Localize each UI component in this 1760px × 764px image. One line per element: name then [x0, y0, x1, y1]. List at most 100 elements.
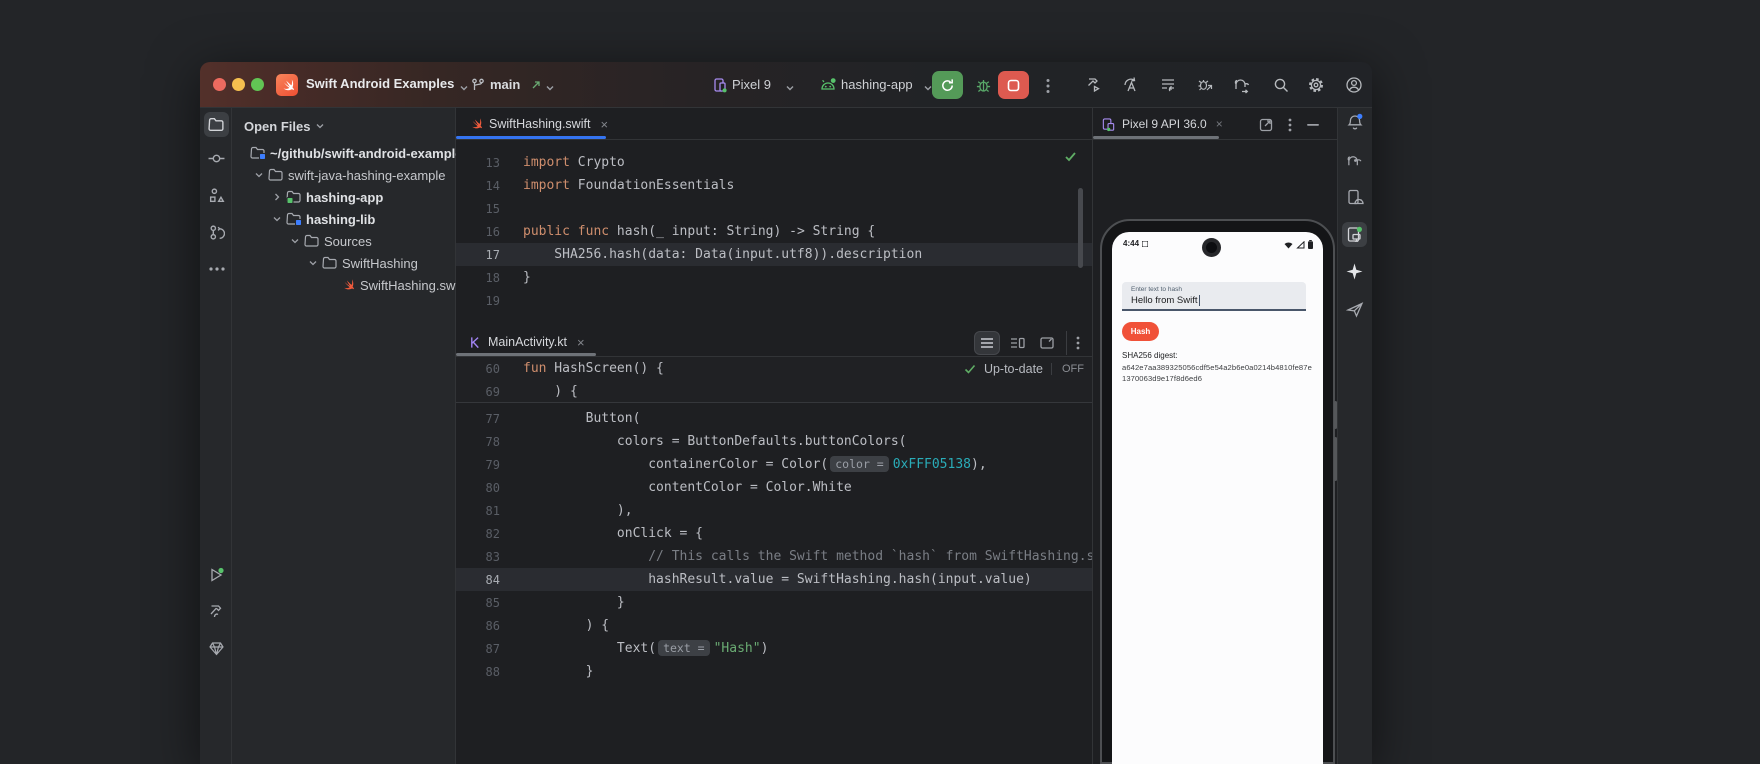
- tree-chevron[interactable]: [306, 258, 320, 268]
- code-line[interactable]: 15: [456, 197, 1092, 220]
- code-line[interactable]: 86 ) {: [456, 614, 1092, 637]
- tree-chevron[interactable]: [270, 214, 284, 224]
- tree-chevron[interactable]: [288, 236, 302, 246]
- gradle-elephant-icon[interactable]: [1342, 148, 1367, 173]
- chevron-down-icon: [308, 258, 318, 268]
- code-line[interactable]: 87 Text(text ="Hash"): [456, 637, 1092, 660]
- branch-name[interactable]: main: [490, 77, 520, 92]
- more-options-button[interactable]: [1038, 76, 1058, 96]
- debug-button[interactable]: [972, 74, 994, 96]
- close-tab-icon[interactable]: ×: [577, 335, 585, 350]
- code-line[interactable]: 13import Crypto: [456, 151, 1092, 174]
- phone-screen[interactable]: 4:44 Enter text to hash Hello from Swift…: [1112, 232, 1323, 764]
- emulator-tab-indicator: [1093, 136, 1219, 139]
- close-emulator-icon[interactable]: ×: [1216, 117, 1223, 131]
- chevron-down-icon: [290, 236, 300, 246]
- hammer-run-icon[interactable]: [1084, 75, 1104, 95]
- hash-button[interactable]: Hash: [1122, 322, 1159, 341]
- hide-panel-icon[interactable]: [1305, 116, 1321, 134]
- open-in-window-icon[interactable]: [1257, 116, 1275, 134]
- code-line[interactable]: 82 onClick = {: [456, 522, 1092, 545]
- device-chevron-down-icon[interactable]: [780, 78, 800, 98]
- hash-input-field[interactable]: Enter text to hash Hello from Swift: [1122, 282, 1306, 311]
- tree-item[interactable]: SwiftHashing: [232, 252, 456, 274]
- branch-chevron-down-icon[interactable]: [540, 78, 560, 98]
- minimize-window-button[interactable]: [232, 78, 245, 91]
- project-title[interactable]: Swift Android Examples: [306, 76, 454, 91]
- commit-icon[interactable]: [204, 146, 229, 171]
- code-line[interactable]: 78 colors = ButtonDefaults.buttonColors(: [456, 430, 1092, 453]
- more-icon[interactable]: [204, 256, 229, 281]
- line-number: 87: [456, 642, 500, 656]
- tree-item[interactable]: hashing-app: [232, 186, 456, 208]
- tree-item[interactable]: hashing-lib: [232, 208, 456, 230]
- code-line[interactable]: 19: [456, 289, 1092, 312]
- zoom-window-button[interactable]: [251, 78, 264, 91]
- editor2-code: 77 Button(78 colors = ButtonDefaults.but…: [456, 403, 1092, 764]
- tab-label: MainActivity.kt: [488, 335, 567, 349]
- line-number: 14: [456, 179, 500, 193]
- project-panel: Open Files ~/github/swift-android-exampl…: [232, 108, 456, 764]
- code-text: }: [523, 270, 531, 285]
- code-line[interactable]: 16public func hash(_ input: String) -> S…: [456, 220, 1092, 243]
- live-edit-status[interactable]: Up-to-date OFF: [956, 357, 1084, 380]
- device-selector-label[interactable]: Pixel 9: [732, 77, 771, 92]
- ai-sparkle-icon[interactable]: [1342, 259, 1367, 284]
- phone-status-time: 4:44: [1123, 239, 1148, 248]
- tree-item[interactable]: SwiftHashing.swift: [232, 274, 456, 296]
- editor2-more-icon[interactable]: [1066, 331, 1088, 355]
- active-tab-indicator: [456, 136, 606, 139]
- run-icon[interactable]: [204, 562, 229, 587]
- split-view-icon[interactable]: [1004, 331, 1030, 355]
- code-line[interactable]: 17 SHA256.hash(data: Data(input.utf8)).d…: [456, 243, 1092, 266]
- plane-icon[interactable]: [1342, 296, 1367, 321]
- vcs-fork-icon[interactable]: [204, 220, 229, 245]
- search-icon[interactable]: [1271, 75, 1291, 95]
- no-problems-check-icon[interactable]: [1064, 150, 1077, 163]
- run-config-label[interactable]: hashing-app: [841, 77, 913, 92]
- build-hammer-icon[interactable]: [204, 599, 229, 624]
- code-text: ),: [523, 503, 633, 518]
- running-devices-icon[interactable]: [1342, 222, 1367, 247]
- code-line[interactable]: 79 containerColor = Color(color =0xFFF05…: [456, 453, 1092, 476]
- live-edit-toggle[interactable]: OFF: [1051, 363, 1084, 375]
- gem-icon[interactable]: [204, 636, 229, 661]
- tree-item[interactable]: swift-java-hashing-example: [232, 164, 456, 186]
- design-view-icon[interactable]: [1034, 331, 1060, 355]
- code-line[interactable]: 14 import FoundationEssentials: [456, 174, 1092, 197]
- list-rollback-icon[interactable]: [1158, 75, 1178, 95]
- gear-icon[interactable]: [1306, 75, 1326, 95]
- account-icon[interactable]: [1344, 75, 1364, 95]
- tree-chevron[interactable]: [270, 192, 284, 202]
- elephant-sync-icon[interactable]: [1232, 75, 1252, 95]
- project-folder-icon[interactable]: [204, 112, 229, 137]
- stop-button[interactable]: [998, 71, 1029, 99]
- code-line[interactable]: 80 contentColor = Color.White: [456, 476, 1092, 499]
- code-view-icon[interactable]: [974, 331, 1000, 355]
- emulator-more-icon[interactable]: [1283, 116, 1297, 134]
- emulator-tab-label: Pixel 9 API 36.0: [1122, 117, 1207, 131]
- code-line[interactable]: 83 // This calls the Swift method `hash`…: [456, 545, 1092, 568]
- tree-item[interactable]: ~/github/swift-android-examples: [232, 142, 456, 164]
- tree-item[interactable]: Sources: [232, 230, 456, 252]
- letter-a-sync-icon[interactable]: [1121, 75, 1141, 95]
- code-line[interactable]: 81 ),: [456, 499, 1092, 522]
- code-line[interactable]: 18}: [456, 266, 1092, 289]
- code-line[interactable]: 77 Button(: [456, 407, 1092, 430]
- structure-icon[interactable]: [204, 183, 229, 208]
- rerun-button[interactable]: [932, 71, 963, 99]
- close-tab-icon[interactable]: ×: [600, 117, 608, 132]
- emulator-device-icon: [1101, 117, 1116, 132]
- device-manager-icon[interactable]: [1342, 185, 1367, 210]
- code-line[interactable]: 88 }: [456, 660, 1092, 683]
- code-line[interactable]: 84 hashResult.value = SwiftHashing.hash(…: [456, 568, 1092, 591]
- code-line[interactable]: 85 }: [456, 591, 1092, 614]
- project-view-selector[interactable]: Open Files: [244, 114, 325, 138]
- close-window-button[interactable]: [213, 78, 226, 91]
- code-text: import FoundationEssentials: [523, 178, 734, 193]
- notifications-bell-icon[interactable]: [1342, 110, 1367, 135]
- editor1-scrollbar[interactable]: [1078, 188, 1083, 268]
- bug-arrow-icon[interactable]: [1195, 75, 1215, 95]
- tree-chevron[interactable]: [252, 170, 266, 180]
- code-line[interactable]: 69 ) {: [456, 380, 1092, 403]
